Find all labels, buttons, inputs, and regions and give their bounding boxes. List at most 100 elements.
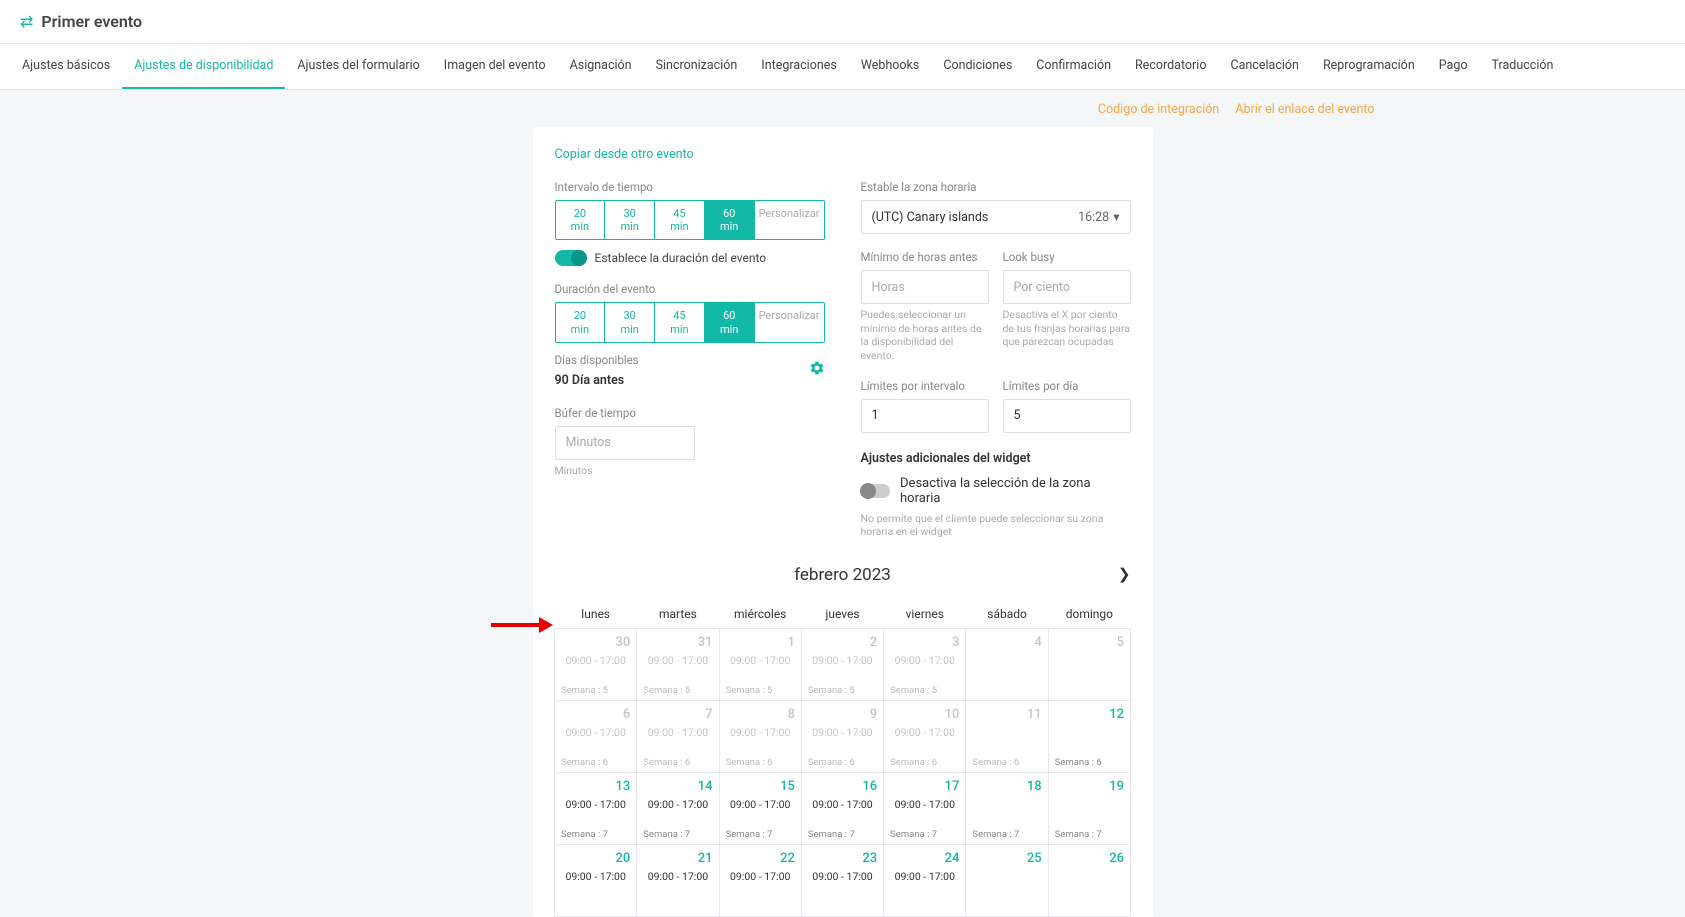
seg-interval-option-1[interactable]: 30 min (605, 201, 655, 239)
calendar-cell[interactable]: 109:00 - 17:00Semana : 5 (719, 628, 802, 701)
calendar-cell[interactable]: 18Semana : 7 (965, 772, 1048, 845)
limit-day-input[interactable] (1003, 399, 1131, 433)
tab-ajustes-b-sicos[interactable]: Ajustes básicos (10, 44, 122, 89)
interval-segment[interactable]: 20 min30 min45 min60 minPersonalizar (555, 200, 825, 240)
tab-confirmaci-n[interactable]: Confirmación (1024, 44, 1123, 89)
integration-code-link[interactable]: Codigo de integración (1098, 102, 1219, 117)
limit-interval-label: Límites por intervalo (861, 379, 989, 393)
calendar-cell[interactable]: 3109:00 - 17:00Semana : 5 (636, 628, 719, 701)
seg-duration-option-0[interactable]: 20 min (556, 303, 606, 341)
seg-interval-option-3[interactable]: 60 min (705, 201, 755, 239)
available-days-label: Días disponibles (555, 353, 639, 367)
look-busy-input[interactable] (1003, 270, 1131, 304)
header-links: Codigo de integración Abrir el enlace de… (303, 90, 1383, 117)
calendar-grid: 3009:00 - 17:00Semana : 53109:00 - 17:00… (555, 629, 1131, 917)
seg-interval-option-2[interactable]: 45 min (655, 201, 705, 239)
look-busy-label: Look busy (1003, 250, 1131, 264)
calendar-cell[interactable]: 4 (965, 628, 1048, 701)
duration-segment[interactable]: 20 min30 min45 min60 minPersonalizar (555, 302, 825, 342)
calendar-cell[interactable]: 809:00 - 17:00Semana : 6 (719, 700, 802, 773)
calendar-cell[interactable]: 1709:00 - 17:00Semana : 7 (883, 772, 966, 845)
page-title: Primer evento (41, 12, 142, 31)
tab-traducci-n[interactable]: Traducción (1480, 44, 1566, 89)
duration-label: Duración del evento (555, 282, 825, 296)
calendar-cell[interactable]: 25 (965, 844, 1048, 917)
seg-interval-option-4[interactable]: Personalizar (755, 201, 824, 239)
calendar-cell[interactable]: 209:00 - 17:00Semana : 5 (801, 628, 884, 701)
tab-sincronizaci-n[interactable]: Sincronización (644, 44, 750, 89)
seg-duration-option-2[interactable]: 45 min (655, 303, 705, 341)
calendar-dayname: viernes (884, 599, 966, 629)
calendar-daynames: lunesmartesmiércolesjuevesviernessábadod… (555, 599, 1131, 629)
page-header: ⇄ Primer evento (0, 0, 1685, 44)
look-busy-help: Desactiva el X por ciento de tus franjas… (1003, 308, 1131, 349)
sets-duration-toggle[interactable] (555, 250, 587, 266)
limit-interval-input[interactable] (861, 399, 989, 433)
buffer-help: Minutos (555, 464, 825, 478)
tab-cancelaci-n[interactable]: Cancelación (1218, 44, 1310, 89)
min-hours-help: Puedes seleccionar un mínimo de horas an… (861, 308, 989, 363)
tab-ajustes-del-formulario[interactable]: Ajustes del formulario (285, 44, 431, 89)
calendar-cell[interactable]: 1009:00 - 17:00Semana : 6 (883, 700, 966, 773)
calendar-cell[interactable]: 1409:00 - 17:00Semana : 7 (636, 772, 719, 845)
calendar-cell[interactable]: 609:00 - 17:00Semana : 6 (554, 700, 637, 773)
calendar-cell[interactable]: 1309:00 - 17:00Semana : 7 (554, 772, 637, 845)
calendar-cell[interactable]: 2409:00 - 17:00 (883, 844, 966, 917)
calendar-cell[interactable]: 2209:00 - 17:00 (719, 844, 802, 917)
tab-recordatorio[interactable]: Recordatorio (1123, 44, 1218, 89)
calendar-cell[interactable]: 709:00 - 17:00Semana : 6 (636, 700, 719, 773)
left-column: Intervalo de tiempo 20 min30 min45 min60… (555, 180, 825, 539)
swap-icon: ⇄ (20, 12, 33, 31)
gear-icon[interactable] (809, 360, 825, 380)
calendar-cell[interactable]: 26 (1048, 844, 1131, 917)
calendar-cell[interactable]: 12Semana : 6 (1048, 700, 1131, 773)
buffer-input[interactable] (555, 426, 695, 460)
open-event-link[interactable]: Abrir el enlace del evento (1235, 102, 1374, 117)
calendar-dayname: martes (637, 599, 719, 629)
tab-integraciones[interactable]: Integraciones (749, 44, 849, 89)
calendar-cell[interactable]: 3009:00 - 17:00Semana : 5 (554, 628, 637, 701)
available-days-value: 90 Día antes (555, 373, 639, 388)
tab-imagen-del-evento[interactable]: Imagen del evento (432, 44, 558, 89)
calendar-cell[interactable]: 909:00 - 17:00Semana : 6 (801, 700, 884, 773)
tab-asignaci-n[interactable]: Asignación (558, 44, 644, 89)
tz-select[interactable]: (UTC) Canary islands 16:28 ▾ (861, 200, 1131, 234)
tab-reprogramaci-n[interactable]: Reprogramación (1311, 44, 1427, 89)
disable-tz-toggle[interactable] (861, 484, 891, 498)
calendar-month: febrero 2023 (794, 565, 891, 585)
min-hours-input[interactable] (861, 270, 989, 304)
tab-pago[interactable]: Pago (1427, 44, 1480, 89)
seg-duration-option-4[interactable]: Personalizar (755, 303, 824, 341)
tabs-bar: Ajustes básicosAjustes de disponibilidad… (0, 44, 1685, 90)
widget-section-title: Ajustes adicionales del widget (861, 451, 1131, 466)
seg-duration-option-1[interactable]: 30 min (605, 303, 655, 341)
calendar-cell[interactable]: 11Semana : 6 (965, 700, 1048, 773)
right-column: Estable la zona horaria (UTC) Canary isl… (861, 180, 1131, 539)
calendar-cell[interactable]: 5 (1048, 628, 1131, 701)
calendar-cell[interactable]: 2109:00 - 17:00 (636, 844, 719, 917)
tz-label: Estable la zona horaria (861, 180, 1131, 194)
calendar-cell[interactable]: 1609:00 - 17:00Semana : 7 (801, 772, 884, 845)
calendar-dayname: jueves (801, 599, 883, 629)
tab-condiciones[interactable]: Condiciones (931, 44, 1024, 89)
tz-value: (UTC) Canary islands (872, 210, 989, 225)
calendar-cell[interactable]: 19Semana : 7 (1048, 772, 1131, 845)
interval-label: Intervalo de tiempo (555, 180, 825, 194)
calendar-cell[interactable]: 2309:00 - 17:00 (801, 844, 884, 917)
calendar-cell[interactable]: 1509:00 - 17:00Semana : 7 (719, 772, 802, 845)
buffer-label: Búfer de tiempo (555, 406, 825, 420)
calendar-dayname: sábado (966, 599, 1048, 629)
tz-time: 16:28 (1078, 210, 1109, 225)
copy-from-event-link[interactable]: Copiar desde otro evento (555, 147, 694, 162)
tab-ajustes-de-disponibilidad[interactable]: Ajustes de disponibilidad (122, 44, 285, 89)
settings-card: Copiar desde otro evento Intervalo de ti… (533, 127, 1153, 917)
calendar-next-button[interactable]: ❯ (1118, 565, 1131, 583)
seg-duration-option-3[interactable]: 60 min (705, 303, 755, 341)
annotation-arrow (489, 615, 553, 635)
calendar-cell[interactable]: 2009:00 - 17:00 (554, 844, 637, 917)
calendar-cell[interactable]: 309:00 - 17:00Semana : 5 (883, 628, 966, 701)
tab-webhooks[interactable]: Webhooks (849, 44, 931, 89)
seg-interval-option-0[interactable]: 20 min (556, 201, 606, 239)
limit-day-label: Límites por día (1003, 379, 1131, 393)
calendar-dayname: domingo (1048, 599, 1130, 629)
